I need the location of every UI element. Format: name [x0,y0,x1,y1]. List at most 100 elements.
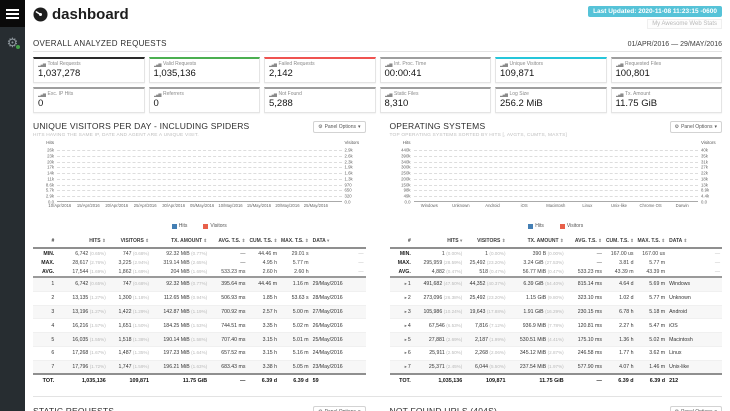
stat-tile-value: 0 [38,98,44,109]
column-header-visitors[interactable]: VISITORS ⇕ [464,236,508,249]
expand-chevron-icon[interactable]: ▸ [405,337,407,342]
unique-visitors-table: # HITS ⇕ VISITORS ⇕ TX. AMOUNT ⇕ AVG. T.S. ⇕… [33,236,366,388]
column-header--[interactable]: # [389,236,413,249]
column-header-cum-t-s-[interactable]: CUM. T.S. ⇕ [603,236,636,249]
column-header-avg-t-s-[interactable]: AVG. T.S. ⇕ [209,236,248,249]
cell: 17,268 (1.67%) [56,346,108,361]
section-divider [33,396,722,398]
y-tick-label: 8.6k [45,182,54,188]
column-header-tx-amount[interactable]: TX. AMOUNT ⇕ [151,236,210,249]
panel-title: UNIQUE VISITORS PER DAY - INCLUDING SPID… [33,121,250,131]
column-header-data[interactable]: DATA ⇕ [667,236,722,249]
cell: 53.63 s [279,291,311,306]
column-header-tx-amount[interactable]: TX. AMOUNT ⇕ [507,236,566,249]
bar-chart-icon: ▂▄▆ [500,61,508,67]
bar-chart-icon: ▂▄▆ [38,61,46,67]
x-tick-label: Windows [420,203,438,208]
table-row[interactable]: ▸2 273,096 (26.38%) 25,492 (23.20%) 1.15 Gi… [389,291,722,306]
bar-chart-icon: ▂▄▆ [384,91,393,97]
expand-chevron-icon[interactable]: ▸ [405,281,407,286]
stat-tile-label: ▂▄▆ Referrers [154,91,256,97]
cell: 92.32 MiB (0.77%) [151,277,210,292]
cell: 167.00 us [610,250,634,257]
legend-item[interactable]: Hits [171,223,187,229]
column-header-hits[interactable]: HITS ⇕ [56,236,108,249]
cell: Windows [667,277,722,292]
last-updated-badge: Last Updated: 2020-11-08 11:23:15 -0600 [588,6,722,17]
expand-chevron-icon[interactable]: ▸ [405,295,407,300]
legend-item[interactable]: Hits [528,223,544,229]
bar-chart-icon: ▂▄▆ [500,91,508,97]
cell: 105,986 (10.24%) [412,305,465,320]
bar-group [487,146,561,201]
legend-item[interactable]: Visitors [203,223,227,229]
panel-options-button[interactable]: ⚙ Panel Options ▾ [669,406,722,411]
expand-chevron-icon[interactable]: ▸ [405,364,407,369]
stat-tile: ▂▄▆ Valid Requests 1,035,136 [148,57,260,83]
column-header-max-t-s-[interactable]: MAX. T.S. ⇕ [635,236,668,249]
cell: 3.24 GiB (27.53%) [523,259,564,266]
table-row[interactable]: ▸4 67,546 (6.53%) 7,816 (7.12%) 936.9 MiB (… [389,318,722,334]
cell: 25,492 (23.20%) [469,259,506,266]
cell: 4.95 h [262,259,278,266]
stat-tile-value: 8,310 [384,98,409,109]
legend-swatch [528,223,534,229]
expand-chevron-icon[interactable]: ▸ [405,350,407,355]
legend-item[interactable]: Visitors [559,223,583,229]
bar-chart-icon: ▂▄▆ [615,61,624,67]
table-row[interactable]: ▸3 105,986 (10.24%) 19,643 (17.88%) 1.91 Gi… [389,305,722,320]
cell: 25,492 (23.20%) [464,291,508,306]
cell: — [310,267,366,278]
stat-tile-label-text: Valid Requests [163,61,197,67]
settings-gear-icon[interactable]: ⚙ [7,36,22,50]
cell: 27/May/2016 [310,305,366,320]
x-tick-label: Android [485,203,500,208]
expand-chevron-icon[interactable]: ▸ [405,309,407,314]
table-row[interactable]: ▸5 27,881 (2.69%) 2,187 (1.99%) 530.51 MiB … [389,332,722,347]
column-header-data[interactable]: DATA ▾ [310,236,366,249]
cell: 6.39 d [603,373,636,388]
panel-options-button[interactable]: ⚙ Panel Options ▾ [669,121,722,133]
y-tick-label: 23k [47,153,54,159]
table-row: 7 17,796 (1.72%) 1,747 (1.59%) 196.21 MiB (… [33,360,366,375]
cell: 1.77 h [603,346,636,361]
table-row: 5 16,035 (1.55%) 1,518 (1.38%) 190.14 MiB (… [33,332,366,347]
column-header-hits[interactable]: HITS ▾ [412,236,465,249]
y-tick-label: 0.0 [344,199,351,205]
site-name: My Awesome Web Stats [647,19,722,29]
column-header-avg-t-s-[interactable]: AVG. T.S. ⇕ [565,236,604,249]
cell: 204 MiB (1.69%) [151,267,210,278]
y-tick-label: 31k [701,159,708,165]
y-axis-right: Visitors 2.9k 2.6k 2.3k 1.9k 1.6k 1.3k 970 650 32… [342,140,366,212]
table-row[interactable]: ▸6 25,911 (2.50%) 2,268 (2.06%) 345.12 MiB … [389,346,722,361]
column-header-visitors[interactable]: VISITORS ⇕ [107,236,152,249]
expand-chevron-icon[interactable]: ▸ [405,323,407,328]
bar-chart-icon: ▂▄▆ [269,91,277,97]
cell: ▸1 [389,277,413,292]
column-header--[interactable]: # [33,236,57,249]
table-head: # HITS ▾ VISITORS ⇕ TX. AMOUNT ⇕ AVG. T.S. ⇕… [389,236,722,249]
summary-row: MIN. 1 (0.00%) 1 (0.00%) 390 B (0.00%) — 167.… [390,248,723,258]
panel-options-button[interactable]: ⚙ Panel Options ▾ [313,121,366,133]
table-row: 3 13,196 (1.27%) 1,422 (1.29%) 142.87 MiB (… [33,305,366,320]
cell: 56.77 MiB (0.47%) [507,267,566,278]
stat-tile-label: ▂▄▆ Unique Visitors [500,61,602,67]
cell: — [209,373,248,388]
cell: 112.65 MiB (0.94%) [151,291,210,306]
total-row: TOT. 1,035,136 109,871 11.75 GiB —6.39 d 6.39… [33,373,366,388]
cell: — [714,250,720,257]
panel-options-button[interactable]: ⚙ Panel Options ▾ [313,406,366,411]
cell: 5.02 m [635,332,668,347]
column-header-max-t-s-[interactable]: MAX. T.S. ⇕ [279,236,311,249]
gear-icon: ⚙ [318,124,323,130]
cell: 92.32 MiB (0.77%) [166,250,208,257]
stat-tile-label-text: Not Found [278,91,302,97]
cell: 657.52 ms [209,346,248,361]
y-tick-label: 1.3k [344,176,353,182]
y-tick-label: 970 [344,182,352,188]
table-row[interactable]: ▸1 491,682 (47.50%) 44,352 (40.37%) 6.39 Gi… [389,277,722,292]
cell: — [596,250,602,257]
column-header-cum-t-s-[interactable]: CUM. T.S. ⇕ [247,236,280,249]
table-row[interactable]: ▸7 25,371 (2.45%) 6,044 (5.50%) 237.54 MiB … [389,360,722,375]
hamburger-menu-icon[interactable] [0,0,25,27]
